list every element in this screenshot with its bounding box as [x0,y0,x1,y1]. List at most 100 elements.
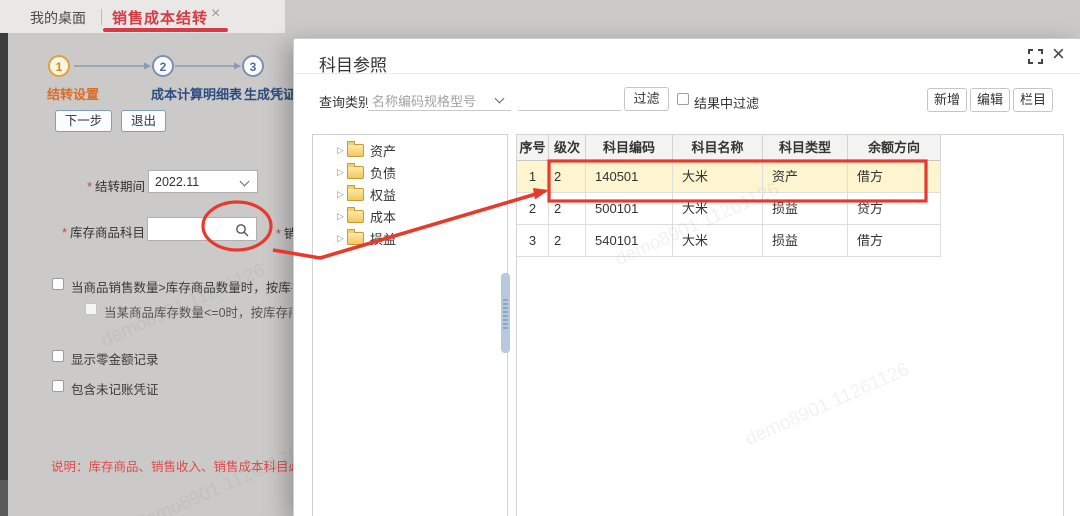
stock-account-label-text: 库存商品科目 [70,226,145,240]
tree-expander-icon[interactable]: ▷ [337,167,347,178]
filter-button[interactable]: 过滤 [624,87,669,111]
tree-scrollbar-thumb[interactable] [501,273,510,353]
table-row-selected[interactable]: 1 2 140501 大米 资产 借方 [517,161,1063,193]
tree-item-cost[interactable]: ▷ 成本 [313,205,507,227]
column-header[interactable]: 科目编码 [586,135,673,161]
tree-item-liabilities[interactable]: ▷ 负债 [313,161,507,183]
table-cell: 140501 [586,161,673,193]
checkbox-show-zero-amount-label: 显示零金额记录 [71,349,292,368]
tree-item-label: 成本 [370,207,396,226]
table-cell: 1 [517,161,549,193]
left-edge-panel [0,33,8,480]
table-cell: 2 [517,193,549,225]
edit-button[interactable]: 编辑 [970,88,1010,112]
column-header[interactable]: 余额方向 [848,135,941,161]
table-cell: 2 [549,161,586,193]
checkbox-include-unposted-label: 包含未记账凭证 [71,379,292,398]
active-tab-underline [103,28,228,32]
wizard-step-1: 1 [48,55,70,77]
search-icon[interactable] [235,223,250,238]
column-header[interactable]: 序号 [517,135,549,161]
table-cell: 3 [517,225,549,257]
folder-icon [347,232,364,245]
checkbox-show-zero-amount[interactable] [52,350,64,362]
folder-icon [347,210,364,223]
table-cell: 借方 [848,161,941,193]
hint-note: 说明：库存商品、销售收入、销售成本科目必须 [51,456,293,475]
checkbox-include-unposted[interactable] [52,380,64,392]
tree-item-equity[interactable]: ▷ 权益 [313,183,507,205]
checkbox-qty-rule[interactable] [52,278,64,290]
table-cell: 2 [549,225,586,257]
tree-expander-icon[interactable]: ▷ [337,233,347,244]
table-cell: 资产 [763,161,848,193]
query-category-label: 查询类别 [319,92,371,111]
account-table-pane: 序号 级次 科目编码 科目名称 科目类型 余额方向 1 2 140501 大米 … [516,134,1064,516]
query-category-value: 名称编码规格型号 [372,91,476,110]
dialog-header-divider [294,73,1080,74]
add-button[interactable]: 新增 [927,88,967,112]
wizard-step-3-label: 生成凭证 [244,84,296,103]
exit-button[interactable]: 退出 [121,110,166,132]
tree-item-profit-loss[interactable]: ▷ 损益 [313,227,507,249]
folder-icon [347,166,364,179]
column-header[interactable]: 科目类型 [763,135,848,161]
wizard-step-2: 2 [152,55,174,77]
account-tree-panel: ▷ 资产 ▷ 负债 ▷ 权益 ▷ 成本 ▷ 损益 [312,134,508,516]
table-cell: 500101 [586,193,673,225]
account-reference-dialog: 科目参照 × 查询类别 名称编码规格型号 过滤 结果中过滤 新增 编辑 栏目 ▷… [293,38,1080,516]
table-header-row: 序号 级次 科目编码 科目名称 科目类型 余额方向 [517,135,1063,161]
watermark: demo8901 11261126 [133,443,303,516]
table-cell: 540101 [586,225,673,257]
folder-icon [347,144,364,157]
table-cell: 贷方 [848,193,941,225]
next-step-button[interactable]: 下一步 [55,110,112,132]
folder-icon [347,188,364,201]
left-edge-panel-footer [0,480,8,516]
tab-close-icon[interactable]: × [211,5,220,23]
query-category-select[interactable]: 名称编码规格型号 [368,87,511,111]
wizard-step-3: 3 [242,55,264,77]
table-cell: 大米 [673,193,763,225]
tree-item-label: 负债 [370,163,396,182]
table-cell: 借方 [848,225,941,257]
tree-item-assets[interactable]: ▷ 资产 [313,139,507,161]
clipped-sales-label: *销 [276,223,294,242]
stock-account-input[interactable] [147,217,257,241]
table-cell: 损益 [763,193,848,225]
filter-in-results-label: 结果中过滤 [694,93,759,112]
checkbox-zero-stock-rule-label: 当某商品库存数量<=0时，按库存商品结 [104,302,292,321]
tree-expander-icon[interactable]: ▷ [337,145,347,156]
period-value: 2022.11 [155,175,199,189]
filter-in-results-checkbox[interactable] [677,93,689,105]
wizard-step-2-label: 成本计算明细表 [151,84,242,103]
tab-my-desktop[interactable]: 我的桌面 [30,8,86,28]
tab-sales-cost-carryover[interactable]: 销售成本结转 [112,7,208,28]
checkbox-qty-rule-label: 当商品销售数量>库存商品数量时，按库存商 [71,277,292,296]
period-label: *结转期间 [40,176,145,195]
chevron-down-icon [495,94,505,104]
columns-button[interactable]: 栏目 [1013,88,1053,112]
required-marker: * [276,227,281,241]
table-row[interactable]: 2 2 500101 大米 损益 贷方 [517,193,1063,225]
period-select[interactable]: 2022.11 [148,170,258,193]
table-row[interactable]: 3 2 540101 大米 损益 借方 [517,225,1063,257]
filter-keyword-input[interactable] [518,87,621,111]
dialog-close-icon[interactable]: × [1052,41,1065,67]
required-marker: * [87,180,92,194]
app-screen: 我的桌面 销售成本结转 × 1 2 3 结转设置 成本计算明细表 生成凭证 下一… [0,0,1080,516]
tree-item-label: 资产 [370,141,396,160]
tree-item-label: 损益 [370,229,396,248]
tree-expander-icon[interactable]: ▷ [337,189,347,200]
tree-expander-icon[interactable]: ▷ [337,211,347,222]
tab-divider [101,9,102,25]
table-cell: 损益 [763,225,848,257]
maximize-icon[interactable] [1027,48,1044,65]
stock-account-label: *库存商品科目 [30,222,145,241]
wizard-step-1-label: 结转设置 [47,84,99,103]
table-cell: 大米 [673,161,763,193]
checkbox-zero-stock-rule[interactable] [85,303,97,315]
column-header[interactable]: 级次 [549,135,586,161]
table-cell: 大米 [673,225,763,257]
column-header[interactable]: 科目名称 [673,135,763,161]
